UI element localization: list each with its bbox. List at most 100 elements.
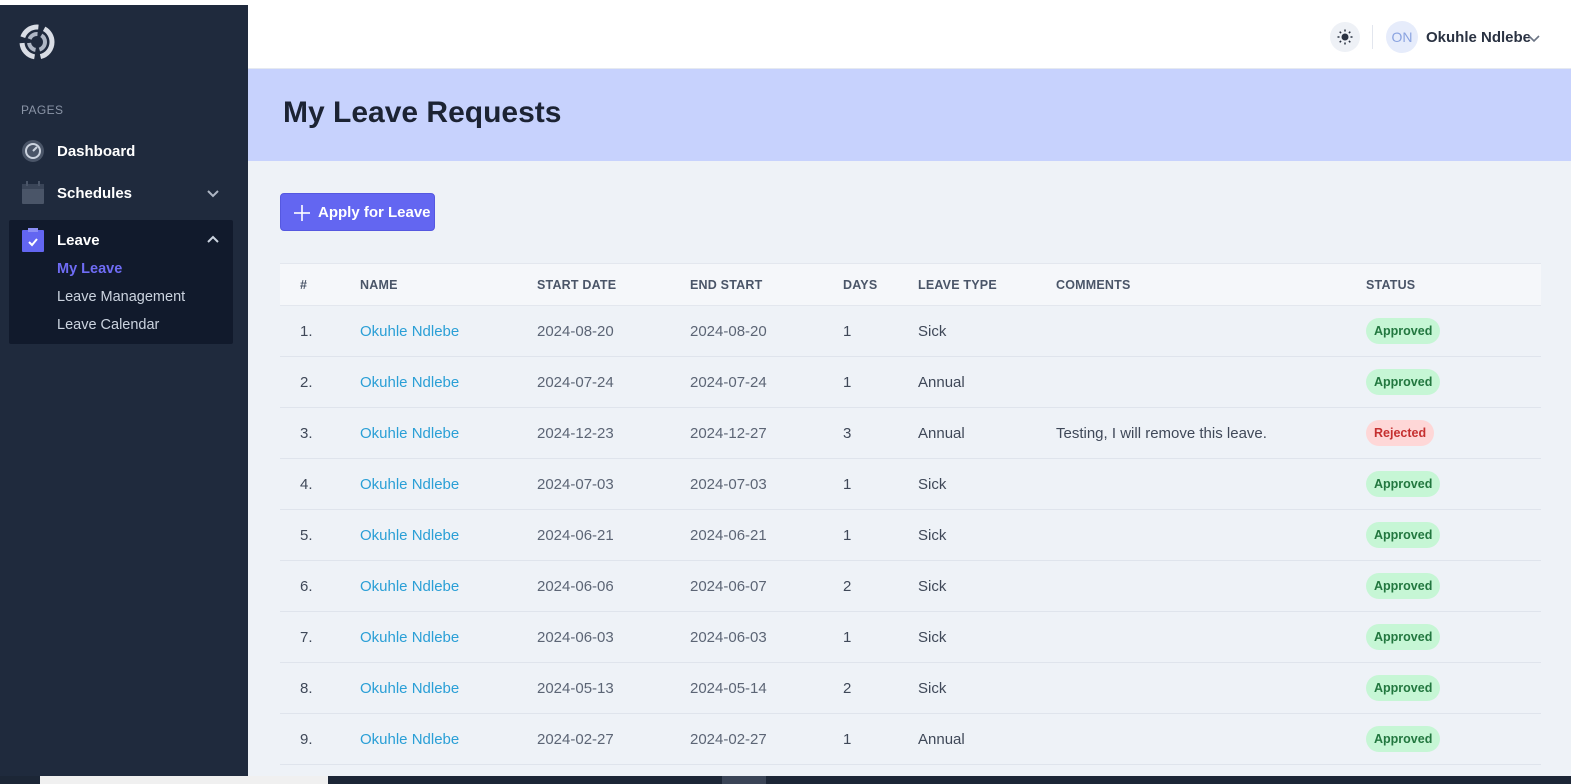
row-number: 7. bbox=[300, 629, 313, 646]
start-date: 2024-06-21 bbox=[537, 527, 614, 544]
employee-name-link[interactable]: Okuhle Ndlebe bbox=[360, 629, 459, 646]
table-row[interactable]: 3. Okuhle Ndlebe 2024-12-23 2024-12-27 3 Annu… bbox=[280, 408, 1541, 459]
clipboard-check-icon bbox=[22, 228, 44, 252]
column-header: DAYS bbox=[843, 278, 878, 292]
end-date: 2024-06-07 bbox=[690, 578, 767, 595]
days-count: 1 bbox=[843, 731, 852, 748]
row-number: 1. bbox=[300, 323, 313, 340]
days-count: 2 bbox=[843, 578, 852, 595]
start-date: 2024-07-03 bbox=[537, 476, 614, 493]
table-row[interactable]: 9. Okuhle Ndlebe 2024-02-27 2024-02-27 1 Annu… bbox=[280, 714, 1541, 765]
status-badge: Approved bbox=[1366, 318, 1441, 344]
leave-type: Sick bbox=[918, 476, 947, 493]
sidebar-item-leave[interactable]: Leave bbox=[9, 220, 233, 260]
table-row[interactable]: 2. Okuhle Ndlebe 2024-07-24 2024-07-24 1 Annu… bbox=[280, 357, 1541, 408]
table-row[interactable]: 5. Okuhle Ndlebe 2024-06-21 2024-06-21 1 Sick… bbox=[280, 510, 1541, 561]
sidebar-section-heading: PAGES bbox=[21, 103, 64, 117]
taskbar-window[interactable] bbox=[40, 776, 328, 784]
chevron-down-icon[interactable] bbox=[205, 185, 221, 201]
employee-name-link[interactable]: Okuhle Ndlebe bbox=[360, 476, 459, 493]
start-date: 2024-12-23 bbox=[537, 425, 614, 442]
start-date: 2024-02-27 bbox=[537, 731, 614, 748]
table-row[interactable]: 7. Okuhle Ndlebe 2024-06-03 2024-06-03 1 Sick… bbox=[280, 612, 1541, 663]
row-number: 9. bbox=[300, 731, 313, 748]
days-count: 1 bbox=[843, 629, 852, 646]
taskbar bbox=[0, 776, 1571, 784]
app-logo-icon[interactable] bbox=[16, 21, 58, 63]
days-count: 1 bbox=[843, 476, 852, 493]
leave-type: Sick bbox=[918, 629, 947, 646]
leave-type: Sick bbox=[918, 578, 947, 595]
leave-type: Annual bbox=[918, 731, 965, 748]
start-date: 2024-05-13 bbox=[537, 680, 614, 697]
row-number: 5. bbox=[300, 527, 313, 544]
row-number: 2. bbox=[300, 374, 313, 391]
leave-type: Sick bbox=[918, 680, 947, 697]
column-header: COMMENTS bbox=[1056, 278, 1131, 292]
sidebar-item-dashboard[interactable]: Dashboard bbox=[9, 131, 233, 171]
avatar[interactable]: ON bbox=[1386, 21, 1418, 53]
employee-name-link[interactable]: Okuhle Ndlebe bbox=[360, 680, 459, 697]
chevron-down-icon[interactable] bbox=[1528, 33, 1540, 43]
status-badge: Approved bbox=[1366, 726, 1441, 752]
calendar-icon bbox=[22, 181, 44, 204]
page-title: My Leave Requests bbox=[283, 96, 562, 129]
top-header: ON Okuhle Ndlebe bbox=[248, 5, 1571, 69]
header-divider bbox=[1372, 25, 1373, 49]
status-badge: Rejected bbox=[1366, 420, 1435, 446]
sidebar-subitem-my-leave[interactable]: My Leave bbox=[57, 261, 122, 277]
table-header: # NAME START DATE END START DAYS LEAVE T… bbox=[280, 263, 1541, 306]
start-date: 2024-06-03 bbox=[537, 629, 614, 646]
sun-icon bbox=[1337, 29, 1353, 45]
employee-name-link[interactable]: Okuhle Ndlebe bbox=[360, 578, 459, 595]
column-header: END START bbox=[690, 278, 763, 292]
end-date: 2024-02-27 bbox=[690, 731, 767, 748]
row-number: 8. bbox=[300, 680, 313, 697]
column-header: STATUS bbox=[1366, 278, 1416, 292]
sidebar-item-label: Schedules bbox=[57, 184, 133, 202]
status-badge: Approved bbox=[1366, 573, 1441, 599]
chevron-up-icon[interactable] bbox=[205, 232, 221, 248]
sidebar-subitem-leave-management[interactable]: Leave Management bbox=[57, 289, 185, 305]
table-row[interactable]: 8. Okuhle Ndlebe 2024-05-13 2024-05-14 2 Sick… bbox=[280, 663, 1541, 714]
end-date: 2024-07-03 bbox=[690, 476, 767, 493]
days-count: 2 bbox=[843, 680, 852, 697]
end-date: 2024-08-20 bbox=[690, 323, 767, 340]
apply-for-leave-button[interactable]: Apply for Leave bbox=[280, 193, 435, 231]
column-header: NAME bbox=[360, 278, 398, 292]
sidebar-subitem-leave-calendar[interactable]: Leave Calendar bbox=[57, 317, 159, 333]
table-body: 1. Okuhle Ndlebe 2024-08-20 2024-08-20 1 Sick… bbox=[280, 306, 1541, 765]
column-header: # bbox=[300, 278, 308, 292]
employee-name-link[interactable]: Okuhle Ndlebe bbox=[360, 425, 459, 442]
days-count: 3 bbox=[843, 425, 852, 442]
sidebar-item-schedules[interactable]: Schedules bbox=[9, 173, 233, 213]
leave-type: Sick bbox=[918, 323, 947, 340]
table-row[interactable]: 6. Okuhle Ndlebe 2024-06-06 2024-06-07 2 Sick… bbox=[280, 561, 1541, 612]
status-badge: Approved bbox=[1366, 471, 1441, 497]
plus-icon bbox=[294, 205, 310, 221]
employee-name-link[interactable]: Okuhle Ndlebe bbox=[360, 374, 459, 391]
leave-type: Sick bbox=[918, 527, 947, 544]
sidebar-item-label: Dashboard bbox=[57, 142, 136, 160]
employee-name-link[interactable]: Okuhle Ndlebe bbox=[360, 731, 459, 748]
taskbar-window[interactable] bbox=[722, 776, 766, 784]
leave-group: Leave My Leave Leave Management Leave Ca… bbox=[9, 220, 233, 344]
status-badge: Approved bbox=[1366, 624, 1441, 650]
end-date: 2024-06-03 bbox=[690, 629, 767, 646]
status-badge: Approved bbox=[1366, 522, 1441, 548]
employee-name-link[interactable]: Okuhle Ndlebe bbox=[360, 527, 459, 544]
end-date: 2024-06-21 bbox=[690, 527, 767, 544]
start-date: 2024-07-24 bbox=[537, 374, 614, 391]
user-menu-name[interactable]: Okuhle Ndlebe bbox=[1426, 29, 1531, 46]
end-date: 2024-05-14 bbox=[690, 680, 767, 697]
table-row[interactable]: 1. Okuhle Ndlebe 2024-08-20 2024-08-20 1 Sick… bbox=[280, 306, 1541, 357]
employee-name-link[interactable]: Okuhle Ndlebe bbox=[360, 323, 459, 340]
leave-requests-table: # NAME START DATE END START DAYS LEAVE T… bbox=[280, 263, 1541, 765]
column-header: START DATE bbox=[537, 278, 617, 292]
table-row[interactable]: 4. Okuhle Ndlebe 2024-07-03 2024-07-03 1 Sick… bbox=[280, 459, 1541, 510]
apply-for-leave-label: Apply for Leave bbox=[318, 204, 431, 221]
end-date: 2024-12-27 bbox=[690, 425, 767, 442]
row-number: 4. bbox=[300, 476, 313, 493]
theme-toggle-button[interactable] bbox=[1330, 22, 1360, 52]
comments: Testing, I will remove this leave. bbox=[1056, 425, 1267, 442]
